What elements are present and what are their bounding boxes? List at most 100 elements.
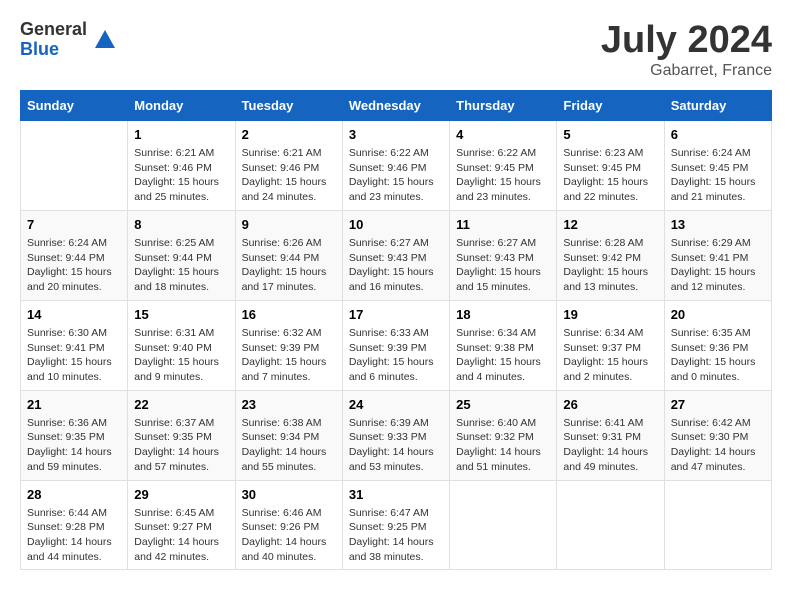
calendar-cell: 23Sunrise: 6:38 AMSunset: 9:34 PMDayligh… (235, 390, 342, 480)
day-number: 30 (242, 486, 336, 504)
calendar-cell: 4Sunrise: 6:22 AMSunset: 9:45 PMDaylight… (450, 120, 557, 210)
calendar-cell: 11Sunrise: 6:27 AMSunset: 9:43 PMDayligh… (450, 210, 557, 300)
day-number: 7 (27, 216, 121, 234)
day-info: Sunrise: 6:34 AMSunset: 9:37 PMDaylight:… (563, 326, 657, 385)
header-cell-thursday: Thursday (450, 90, 557, 120)
day-number: 3 (349, 126, 443, 144)
calendar-cell: 28 Sunrise: 6:44 AMSunset: 9:28 PMDayligh… (21, 480, 128, 570)
day-info: Sunrise: 6:37 AMSunset: 9:35 PMDaylight:… (134, 416, 228, 475)
day-info: Sunrise: 6:21 AMSunset: 9:46 PMDaylight:… (134, 146, 228, 205)
day-number: 20 (671, 306, 765, 324)
day-info: Sunrise: 6:21 AMSunset: 9:46 PMDaylight:… (242, 146, 336, 205)
calendar-table: SundayMondayTuesdayWednesdayThursdayFrid… (20, 90, 772, 571)
calendar-cell: 31 Sunrise: 6:47 AMSunset: 9:25 PMDayligh… (342, 480, 449, 570)
calendar-cell (664, 480, 771, 570)
week-row-3: 21 Sunrise: 6:36 AMSunset: 9:35 PMDayligh… (21, 390, 772, 480)
day-info: Sunrise: 6:41 AMSunset: 9:31 PMDaylight:… (563, 416, 657, 475)
day-info: Sunrise: 6:38 AMSunset: 9:34 PMDaylight:… (242, 416, 336, 475)
day-number: 14 (27, 306, 121, 324)
day-info: Sunrise: 6:47 AMSunset: 9:25 PMDaylight:… (349, 506, 443, 565)
day-number: 25 (456, 396, 550, 414)
day-info: Sunrise: 6:23 AMSunset: 9:45 PMDaylight:… (563, 146, 657, 205)
day-info: Sunrise: 6:32 AMSunset: 9:39 PMDaylight:… (242, 326, 336, 385)
calendar-cell (21, 120, 128, 210)
calendar-cell: 13Sunrise: 6:29 AMSunset: 9:41 PMDayligh… (664, 210, 771, 300)
calendar-cell: 6 Sunrise: 6:24 AMSunset: 9:45 PMDaylight… (664, 120, 771, 210)
logo-text: General Blue (20, 20, 87, 60)
day-info: Sunrise: 6:40 AMSunset: 9:32 PMDaylight:… (456, 416, 550, 475)
day-info: Sunrise: 6:31 AMSunset: 9:40 PMDaylight:… (134, 326, 228, 385)
logo-general: General (20, 20, 87, 40)
calendar-cell: 3 Sunrise: 6:22 AMSunset: 9:46 PMDaylight… (342, 120, 449, 210)
day-info: Sunrise: 6:33 AMSunset: 9:39 PMDaylight:… (349, 326, 443, 385)
calendar-cell: 26Sunrise: 6:41 AMSunset: 9:31 PMDayligh… (557, 390, 664, 480)
week-row-2: 14 Sunrise: 6:30 AMSunset: 9:41 PMDayligh… (21, 300, 772, 390)
day-number: 2 (242, 126, 336, 144)
calendar-cell: 19 Sunrise: 6:34 AMSunset: 9:37 PMDayligh… (557, 300, 664, 390)
calendar-cell: 20 Sunrise: 6:35 AMSunset: 9:36 PMDayligh… (664, 300, 771, 390)
week-row-4: 28 Sunrise: 6:44 AMSunset: 9:28 PMDayligh… (21, 480, 772, 570)
day-number: 8 (134, 216, 228, 234)
calendar-cell: 17 Sunrise: 6:33 AMSunset: 9:39 PMDayligh… (342, 300, 449, 390)
calendar-cell: 1 Sunrise: 6:21 AMSunset: 9:46 PMDaylight… (128, 120, 235, 210)
day-info: Sunrise: 6:25 AMSunset: 9:44 PMDaylight:… (134, 236, 228, 295)
day-number: 6 (671, 126, 765, 144)
calendar-cell: 22Sunrise: 6:37 AMSunset: 9:35 PMDayligh… (128, 390, 235, 480)
calendar-cell: 9 Sunrise: 6:26 AMSunset: 9:44 PMDaylight… (235, 210, 342, 300)
day-number: 1 (134, 126, 228, 144)
calendar-cell: 12Sunrise: 6:28 AMSunset: 9:42 PMDayligh… (557, 210, 664, 300)
day-number: 11 (456, 216, 550, 234)
header-cell-friday: Friday (557, 90, 664, 120)
calendar-cell: 27 Sunrise: 6:42 AMSunset: 9:30 PMDayligh… (664, 390, 771, 480)
header-cell-wednesday: Wednesday (342, 90, 449, 120)
day-number: 21 (27, 396, 121, 414)
month-title: July 2024 (601, 20, 772, 62)
day-info: Sunrise: 6:28 AMSunset: 9:42 PMDaylight:… (563, 236, 657, 295)
day-number: 9 (242, 216, 336, 234)
day-number: 27 (671, 396, 765, 414)
day-number: 19 (563, 306, 657, 324)
day-number: 24 (349, 396, 443, 414)
calendar-cell (450, 480, 557, 570)
calendar-cell: 16 Sunrise: 6:32 AMSunset: 9:39 PMDayligh… (235, 300, 342, 390)
calendar-cell: 30 Sunrise: 6:46 AMSunset: 9:26 PMDayligh… (235, 480, 342, 570)
day-info: Sunrise: 6:46 AMSunset: 9:26 PMDaylight:… (242, 506, 336, 565)
header: General Blue July 2024 Gabarret, France (20, 20, 772, 80)
logo-icon (91, 26, 119, 54)
header-cell-saturday: Saturday (664, 90, 771, 120)
day-number: 16 (242, 306, 336, 324)
day-number: 29 (134, 486, 228, 504)
day-number: 15 (134, 306, 228, 324)
logo: General Blue (20, 20, 119, 60)
calendar-cell: 7Sunrise: 6:24 AMSunset: 9:44 PMDaylight… (21, 210, 128, 300)
calendar-body: 1 Sunrise: 6:21 AMSunset: 9:46 PMDaylight… (21, 120, 772, 570)
day-info: Sunrise: 6:39 AMSunset: 9:33 PMDaylight:… (349, 416, 443, 475)
calendar-header: SundayMondayTuesdayWednesdayThursdayFrid… (21, 90, 772, 120)
day-info: Sunrise: 6:26 AMSunset: 9:44 PMDaylight:… (242, 236, 336, 295)
week-row-1: 7Sunrise: 6:24 AMSunset: 9:44 PMDaylight… (21, 210, 772, 300)
day-number: 18 (456, 306, 550, 324)
calendar-cell: 24 Sunrise: 6:39 AMSunset: 9:33 PMDayligh… (342, 390, 449, 480)
calendar-cell: 10Sunrise: 6:27 AMSunset: 9:43 PMDayligh… (342, 210, 449, 300)
calendar-cell: 29 Sunrise: 6:45 AMSunset: 9:27 PMDayligh… (128, 480, 235, 570)
day-number: 17 (349, 306, 443, 324)
title-area: July 2024 Gabarret, France (601, 20, 772, 80)
day-info: Sunrise: 6:45 AMSunset: 9:27 PMDaylight:… (134, 506, 228, 565)
header-cell-monday: Monday (128, 90, 235, 120)
header-cell-tuesday: Tuesday (235, 90, 342, 120)
day-number: 5 (563, 126, 657, 144)
day-info: Sunrise: 6:35 AMSunset: 9:36 PMDaylight:… (671, 326, 765, 385)
day-info: Sunrise: 6:42 AMSunset: 9:30 PMDaylight:… (671, 416, 765, 475)
day-info: Sunrise: 6:36 AMSunset: 9:35 PMDaylight:… (27, 416, 121, 475)
day-info: Sunrise: 6:27 AMSunset: 9:43 PMDaylight:… (349, 236, 443, 295)
calendar-cell: 15 Sunrise: 6:31 AMSunset: 9:40 PMDayligh… (128, 300, 235, 390)
header-row: SundayMondayTuesdayWednesdayThursdayFrid… (21, 90, 772, 120)
calendar-cell: 25 Sunrise: 6:40 AMSunset: 9:32 PMDayligh… (450, 390, 557, 480)
day-info: Sunrise: 6:30 AMSunset: 9:41 PMDaylight:… (27, 326, 121, 385)
calendar-cell: 18Sunrise: 6:34 AMSunset: 9:38 PMDayligh… (450, 300, 557, 390)
day-number: 31 (349, 486, 443, 504)
day-number: 28 (27, 486, 121, 504)
day-info: Sunrise: 6:44 AMSunset: 9:28 PMDaylight:… (27, 506, 121, 565)
day-info: Sunrise: 6:24 AMSunset: 9:45 PMDaylight:… (671, 146, 765, 205)
day-info: Sunrise: 6:22 AMSunset: 9:46 PMDaylight:… (349, 146, 443, 205)
